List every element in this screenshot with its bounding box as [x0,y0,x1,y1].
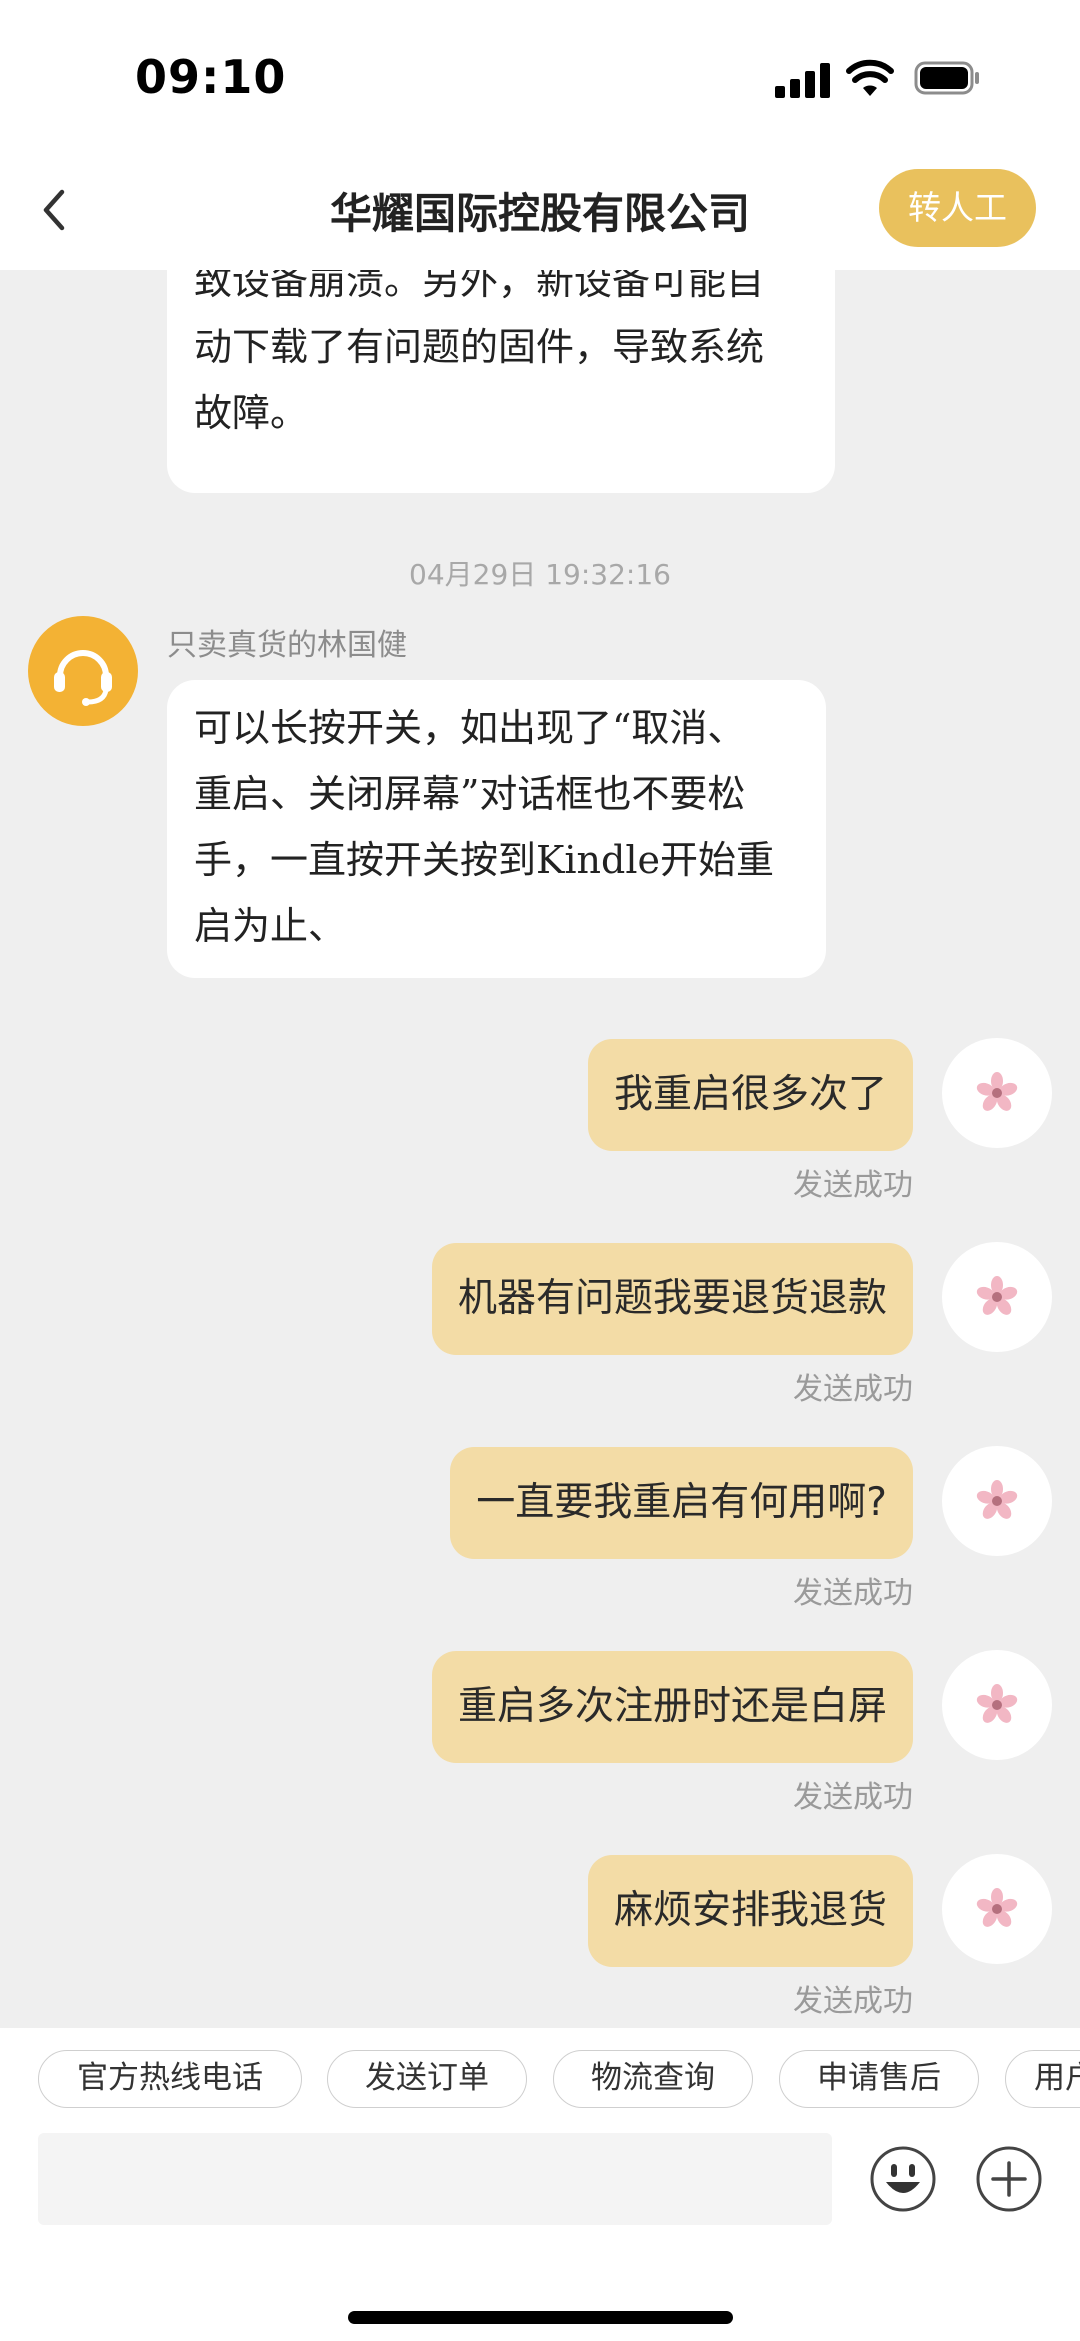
quick-reply-after-sales[interactable]: 申请售后 [779,2050,979,2108]
agent-avatar[interactable] [28,616,138,726]
user-message[interactable]: 麻烦安排我退货 [587,1855,913,1967]
status-time: 09:10 [135,50,287,104]
user-avatar[interactable] [942,1446,1052,1556]
home-indicator [348,2311,733,2324]
chat-header: 华耀国际控股有限公司 转人工 [0,150,1080,270]
quick-reply-logistics[interactable]: 物流查询 [553,2050,753,2108]
flower-icon [976,1480,1018,1519]
message-line: 启为止、 [194,904,347,948]
agent-message[interactable]: 可以长按开关，如出现了“取消、 重启、关闭屏幕”对话框也不要松 手，一直按开关按… [167,680,826,978]
plus-icon[interactable] [974,2144,1044,2214]
user-avatar[interactable] [942,1242,1052,1352]
message-timestamp: 04月29日 19:32:16 [409,558,671,591]
headset-icon [54,650,112,706]
quick-reply-more[interactable]: 用户 [1005,2050,1080,2108]
send-status: 发送成功 [793,1780,913,1815]
send-status: 发送成功 [793,1168,913,1203]
quick-reply-hotline[interactable]: 官方热线电话 [38,2050,302,2108]
quick-reply-send-order[interactable]: 发送订单 [327,2050,527,2108]
user-avatar[interactable] [942,1854,1052,1964]
flower-icon [976,1888,1018,1927]
user-message[interactable]: 一直要我重启有何用啊? [450,1447,913,1559]
user-avatar[interactable] [942,1650,1052,1760]
smiley-icon[interactable] [868,2144,938,2214]
message-line: 故障。 [194,391,309,435]
flower-icon [976,1684,1018,1723]
send-status: 发送成功 [793,1576,913,1611]
chat-messages[interactable]: 致设备崩溃。另外，新设备可能自 动下载了有问题的固件，导致系统 故障。 04月2… [0,270,1080,2028]
agent-name: 只卖真货的林国健 [167,628,407,663]
send-status: 发送成功 [793,1984,913,2019]
message-input[interactable] [38,2133,832,2225]
wifi-icon [846,59,894,96]
message-line: 可以长按开关，如出现了“取消、 [194,706,746,750]
user-message[interactable]: 重启多次注册时还是白屏 [431,1651,913,1763]
user-avatar[interactable] [942,1038,1052,1148]
flower-icon [976,1276,1018,1315]
transfer-to-human-button[interactable]: 转人工 [879,169,1036,247]
send-status: 发送成功 [793,1372,913,1407]
agent-message-partial: 致设备崩溃。另外，新设备可能自 动下载了有问题的固件，导致系统 故障。 [167,270,835,493]
user-message[interactable]: 我重启很多次了 [587,1039,913,1151]
message-line: 手，一直按开关按到Kindle开始重 [194,838,774,882]
status-bar: 09:10 [0,0,1080,150]
battery-icon [914,61,979,95]
message-line: 动下载了有问题的固件，导致系统 [194,325,765,369]
quick-reply-bar[interactable]: 官方热线电话 发送订单 物流查询 申请售后 用户 [0,2028,1080,2128]
input-area [0,2128,1080,2341]
flower-icon [976,1072,1018,1111]
user-message[interactable]: 机器有问题我要退货退款 [431,1243,913,1355]
cellular-signal-icon [775,62,831,98]
message-line: 重启、关闭屏幕”对话框也不要松 [194,772,746,816]
message-line: 致设备崩溃。另外，新设备可能自 [194,270,765,303]
